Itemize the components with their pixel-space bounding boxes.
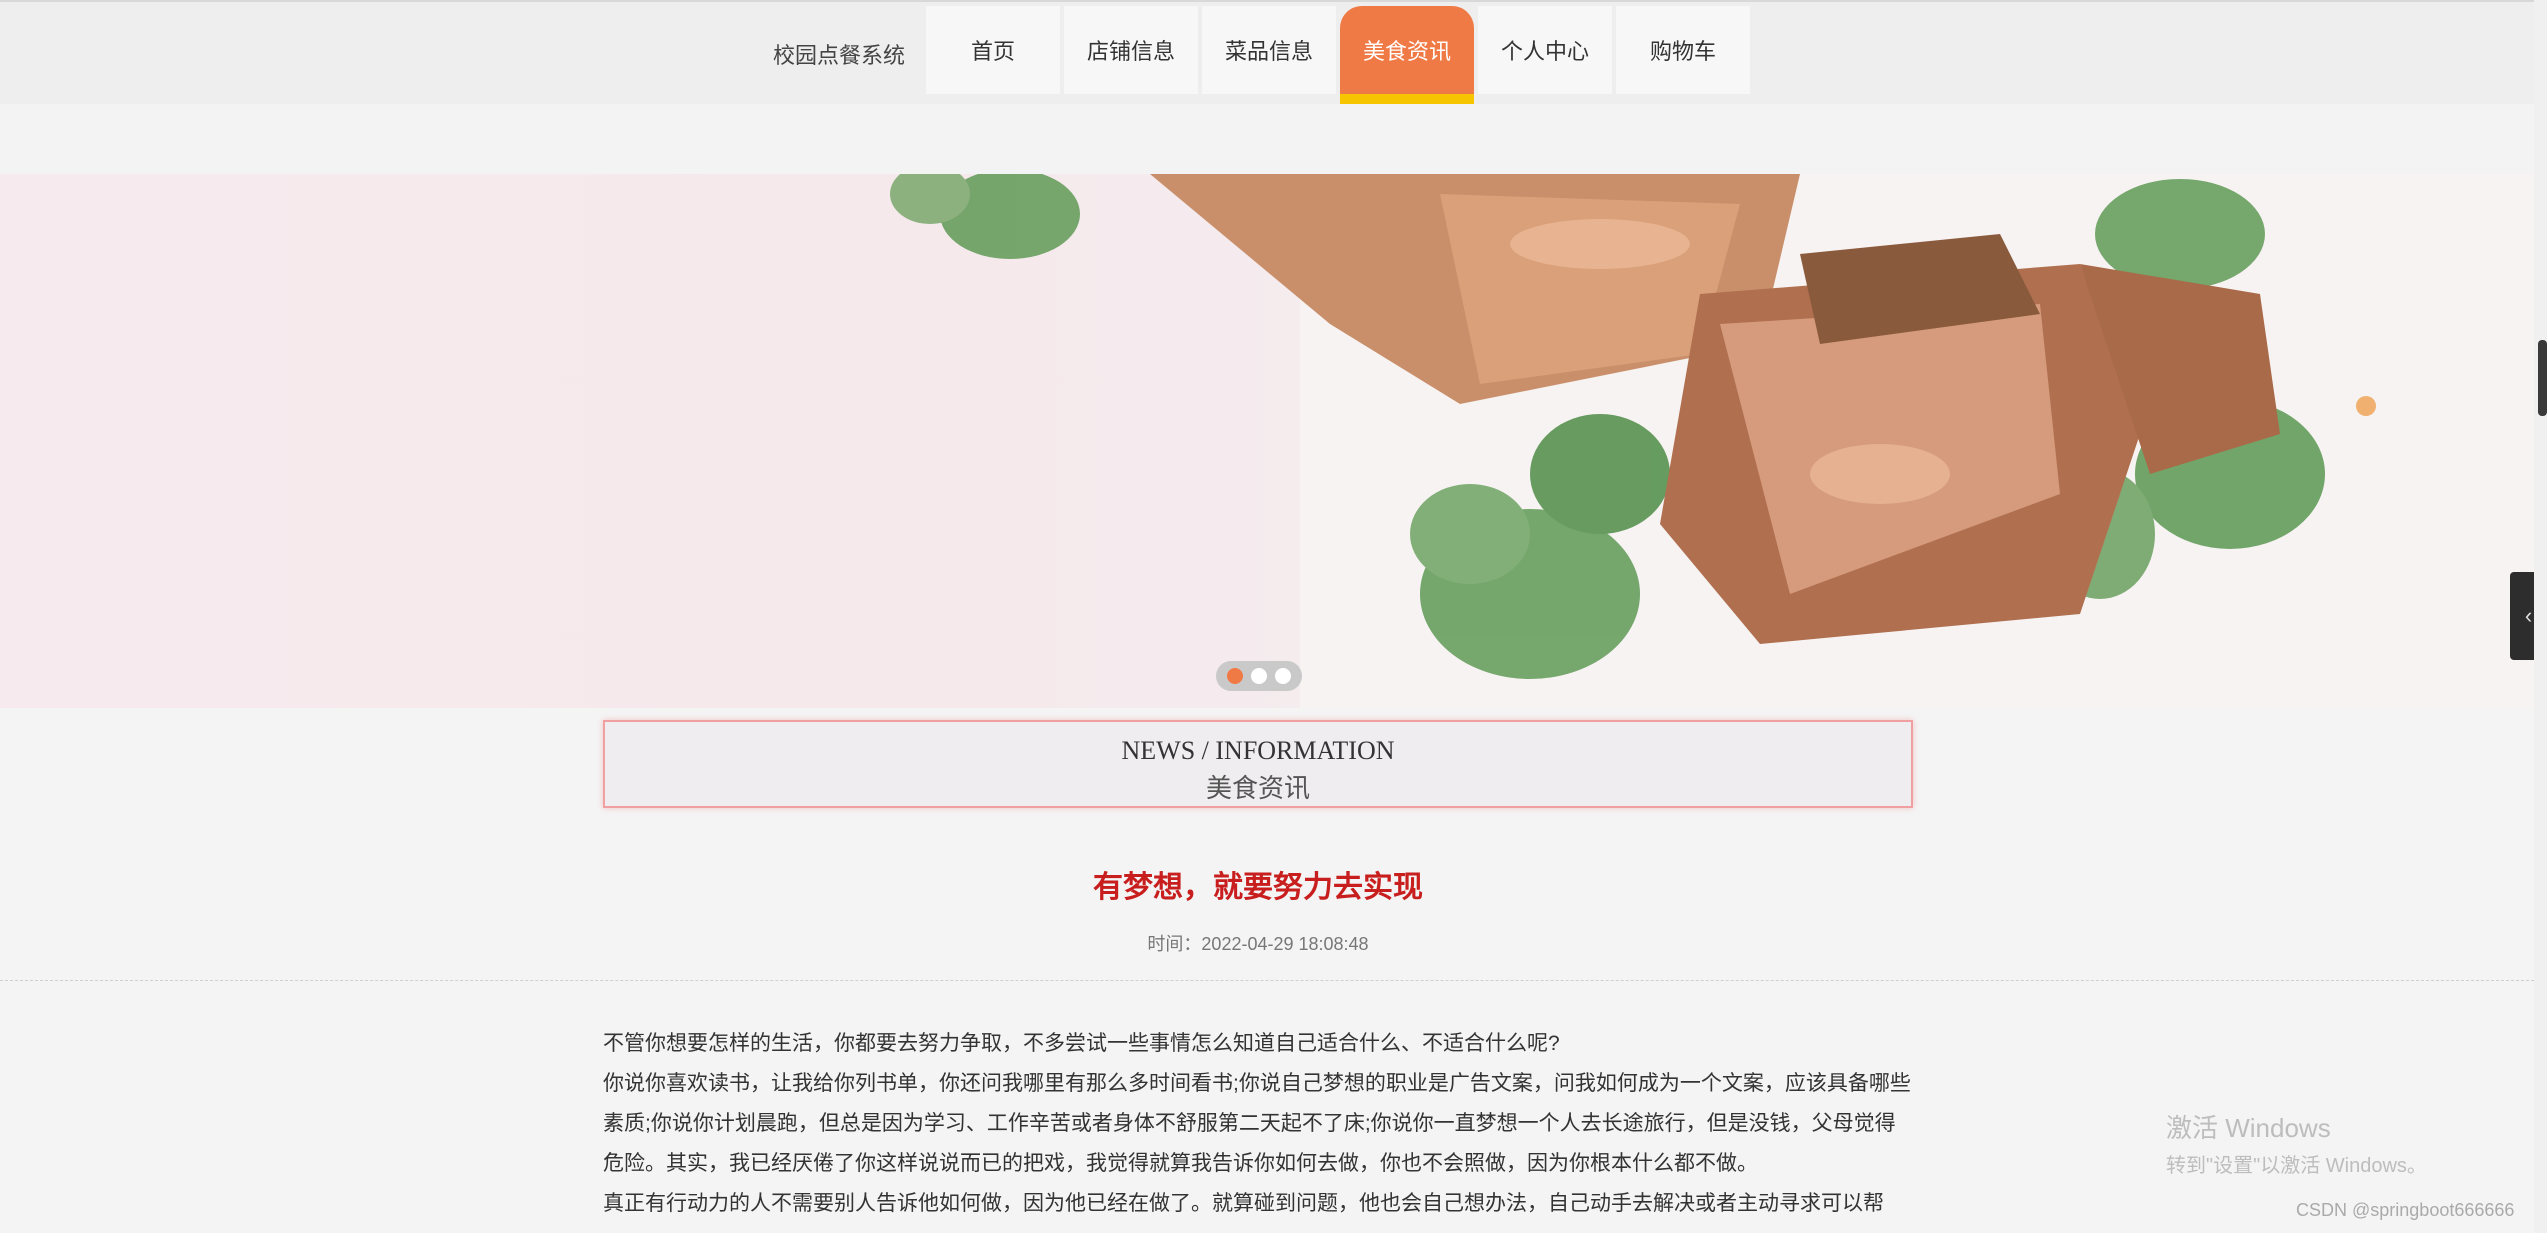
carousel-dot-2[interactable]: [1251, 668, 1267, 684]
nav-food-news[interactable]: 美食资讯: [1340, 6, 1474, 106]
article-paragraph: 不管你想要怎样的生活，你都要去努力争取，不多尝试一些事情怎么知道自己适合什么、不…: [603, 1032, 1560, 1055]
top-nav-bar: 校园点餐系统 首页 店铺信息 菜品信息 美食资讯 个人中心 购物车: [0, 0, 2534, 106]
nav-spacer: [0, 104, 2534, 174]
carousel-banner[interactable]: [0, 174, 2534, 708]
article-title: 有梦想，就要努力去实现: [1093, 871, 1423, 904]
watermark-line-1: 激活 Windows: [2166, 1113, 2331, 1143]
section-title-en: NEWS / INFORMATION: [1121, 736, 1395, 765]
nav-personal-center[interactable]: 个人中心: [1478, 6, 1612, 94]
nav-home[interactable]: 首页: [926, 6, 1060, 94]
section-title-cn: 美食资讯: [1205, 774, 1310, 803]
nav-cart[interactable]: 购物车: [1616, 6, 1750, 94]
section-header: NEWS / INFORMATION 美食资讯: [603, 720, 1913, 808]
article-body: 不管你想要怎样的生活，你都要去努力争取，不多尝试一些事情怎么知道自己适合什么、不…: [603, 1024, 1913, 1224]
nav-dish-info[interactable]: 菜品信息: [1202, 6, 1336, 94]
main-nav: 首页 店铺信息 菜品信息 美食资讯 个人中心 购物车: [926, 6, 1750, 106]
article-time: 时间：2022-04-29 18:08:48: [1147, 934, 1369, 954]
nav-shop-info[interactable]: 店铺信息: [1064, 6, 1198, 94]
carousel-dot-1[interactable]: [1227, 668, 1243, 684]
chevron-left-icon: ‹: [2524, 603, 2533, 628]
csdn-credit: CSDN @springboot666666: [2296, 1200, 2515, 1220]
banner-food-image: [890, 174, 2534, 708]
divider: [0, 980, 2534, 981]
windows-activation-watermark: 激活 Windows 转到"设置"以激活 Windows。: [2166, 1108, 2427, 1178]
site-brand[interactable]: 校园点餐系统: [773, 38, 905, 70]
carousel-indicators: [1216, 661, 1302, 691]
carousel-dot-3[interactable]: [1275, 668, 1291, 684]
scrollbar[interactable]: [2534, 0, 2547, 1233]
watermark-line-2: 转到"设置"以激活 Windows。: [2166, 1155, 2427, 1177]
article-paragraph: 你说你喜欢读书，让我给你列书单，你还问我哪里有那么多时间看书;你说自己梦想的职业…: [603, 1072, 1911, 1175]
page: 校园点餐系统 首页 店铺信息 菜品信息 美食资讯 个人中心 购物车 NEWS /…: [0, 0, 2547, 1233]
article-paragraph: 真正有行动力的人不需要别人告诉他如何做，因为他已经在做了。就算碰到问题，他也会自…: [603, 1192, 1884, 1215]
scrollbar-thumb[interactable]: [2538, 340, 2547, 416]
